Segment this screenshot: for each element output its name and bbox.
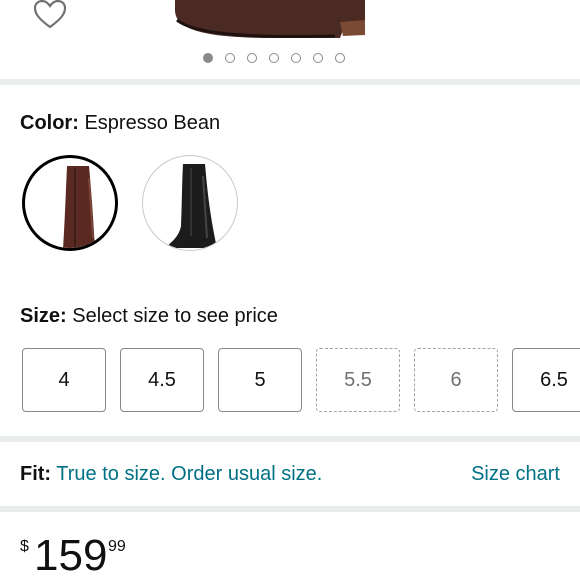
gallery-dot[interactable] [203,53,213,63]
gallery-dot[interactable] [335,53,345,63]
size-option-label: 4 [58,368,70,391]
product-image [175,0,365,39]
size-option-label: 5 [254,368,266,391]
size-option-button[interactable]: 4 [22,348,106,412]
gallery-dot[interactable] [313,53,323,63]
color-selection-label: Color: Espresso Bean [20,112,220,135]
size-option-label: 5.5 [344,368,372,391]
gallery-dot[interactable] [291,53,301,63]
gallery-pagination[interactable] [203,53,345,67]
fit-label: Fit: [20,463,52,485]
size-option-label: 6.5 [540,368,568,391]
size-option-button[interactable]: 5.5 [316,348,400,412]
size-selection-label: Size: Select size to see price [20,305,278,328]
size-option-label: 6 [450,368,462,391]
size-option-button[interactable]: 6.5 [512,348,580,412]
gallery-dot[interactable] [247,53,257,63]
gallery-dot[interactable] [269,53,279,63]
size-hint: Select size to see price [72,305,278,327]
size-chart-link[interactable]: Size chart [471,463,560,486]
gallery-dot[interactable] [225,53,235,63]
product-image-gallery[interactable] [0,0,580,80]
section-divider [0,436,580,442]
fit-text-link[interactable]: True to size. Order usual size. [56,463,322,485]
size-option-label: 4.5 [148,368,176,391]
size-option-button[interactable]: 6 [414,348,498,412]
price-currency-symbol: $ [20,538,29,555]
price-fraction: 99 [108,538,126,555]
heart-icon[interactable] [33,0,67,30]
color-label: Color: [20,112,79,134]
boot-image-black [165,164,217,248]
section-divider [0,506,580,512]
section-divider [0,79,580,85]
color-value: Espresso Bean [84,112,221,134]
size-option-button[interactable]: 5 [218,348,302,412]
size-label: Size: [20,305,67,327]
color-swatch-espresso-bean[interactable] [22,155,118,251]
price-whole: 159 [34,531,108,580]
color-swatch-black[interactable] [142,155,238,251]
boot-image-espresso [63,166,95,248]
size-option-button[interactable]: 4.5 [120,348,204,412]
